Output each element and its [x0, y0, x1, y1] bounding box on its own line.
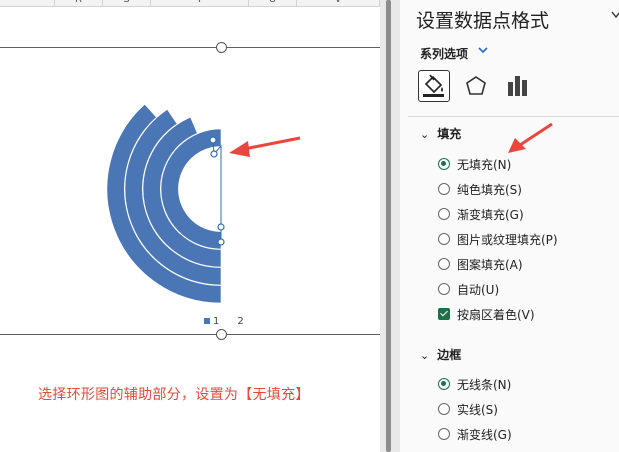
fill-section-header[interactable]: ⌄ 填充: [420, 125, 461, 142]
excel-window: R S T U V 12 选择环形图的辅助部分，设置为【无填充】 设置数据点格式: [0, 0, 619, 452]
pentagon-icon: [466, 76, 486, 95]
vertical-scrollbar-thumb[interactable]: [386, 0, 391, 452]
fill-option-label: 按扇区着色(V): [457, 307, 535, 322]
fill-radio-0[interactable]: [438, 158, 450, 170]
worksheet-area[interactable]: 12 选择环形图的辅助部分，设置为【无填充】: [0, 7, 380, 452]
border-section-header[interactable]: ⌄ 边框: [420, 346, 461, 363]
pane-collapse-chevron-icon[interactable]: [611, 6, 619, 25]
fill-radio-2[interactable]: [438, 208, 450, 220]
fill-checkbox-6[interactable]: [438, 308, 450, 320]
fill-option-3[interactable]: 图片或纹理填充(P): [438, 229, 558, 249]
chevron-down-icon[interactable]: [477, 44, 489, 60]
fill-radio-4[interactable]: [438, 258, 450, 270]
border-option-label: 无线条(N): [457, 377, 512, 392]
column-header-u[interactable]: U: [249, 0, 297, 6]
tab-fill-line[interactable]: [418, 70, 450, 102]
fill-radio-5[interactable]: [438, 283, 450, 295]
column-header-r[interactable]: R: [55, 0, 103, 6]
pane-divider: [408, 116, 619, 117]
fill-option-label: 图案填充(A): [457, 257, 523, 272]
fill-option-label: 渐变填充(G): [457, 207, 524, 222]
fill-option-6[interactable]: 按扇区着色(V): [438, 304, 535, 324]
border-option-0[interactable]: 无线条(N): [438, 374, 511, 394]
fill-option-2[interactable]: 渐变填充(G): [438, 204, 524, 224]
legend-swatch-1: [204, 318, 210, 324]
data-point-selection-handle-0[interactable]: [209, 136, 217, 144]
border-option-2[interactable]: 渐变线(G): [438, 424, 512, 444]
legend-label-1: 1: [213, 316, 220, 327]
column-header-blank[interactable]: [0, 0, 55, 6]
bar-chart-icon: [508, 76, 527, 96]
column-header-v[interactable]: V: [297, 0, 380, 6]
legend-label-2: 2: [237, 316, 244, 327]
red-arrow-icon: [229, 136, 301, 157]
fill-option-label: 纯色填充(S): [457, 182, 522, 197]
paint-bucket-icon: [423, 74, 444, 97]
chart-legend[interactable]: 12: [204, 316, 244, 327]
collapse-caret-icon: ⌄: [420, 128, 430, 141]
border-radio-1[interactable]: [438, 403, 450, 415]
series-options-dropdown[interactable]: 系列选项: [420, 45, 468, 62]
format-data-point-pane: 设置数据点格式 系列选项 ⌄ 填充 无填充(N) 纯色填充(S) 渐变填充(G)…: [400, 0, 619, 452]
fill-option-label: 自动(U): [457, 282, 500, 297]
border-radio-2[interactable]: [438, 428, 450, 440]
column-header-bar: R S T U V: [0, 0, 380, 7]
pane-title: 设置数据点格式: [416, 10, 550, 32]
collapse-caret-icon: ⌄: [420, 349, 430, 362]
data-point-selection-handle-3[interactable]: [217, 238, 225, 246]
fill-option-5[interactable]: 自动(U): [438, 279, 499, 299]
tab-series-options[interactable]: [502, 70, 534, 102]
instruction-caption: 选择环形图的辅助部分，设置为【无填充】: [38, 387, 310, 403]
fill-option-1[interactable]: 纯色填充(S): [438, 179, 522, 199]
tab-effects[interactable]: [460, 70, 492, 102]
fill-option-label: 图片或纹理填充(P): [457, 232, 558, 247]
fill-radio-3[interactable]: [438, 233, 450, 245]
fill-option-4[interactable]: 图案填充(A): [438, 254, 523, 274]
border-option-label: 渐变线(G): [457, 427, 512, 442]
column-header-s[interactable]: S: [103, 0, 151, 6]
red-arrow-icon: [508, 122, 553, 153]
fill-option-label: 无填充(N): [457, 157, 512, 172]
border-radio-0[interactable]: [438, 378, 450, 390]
data-point-selection-handle-2[interactable]: [217, 223, 225, 231]
border-option-1[interactable]: 实线(S): [438, 399, 498, 419]
data-point-selection-handle-1[interactable]: [210, 150, 218, 158]
border-option-label: 实线(S): [457, 402, 498, 417]
fill-radio-1[interactable]: [438, 183, 450, 195]
column-header-t[interactable]: T: [151, 0, 249, 6]
